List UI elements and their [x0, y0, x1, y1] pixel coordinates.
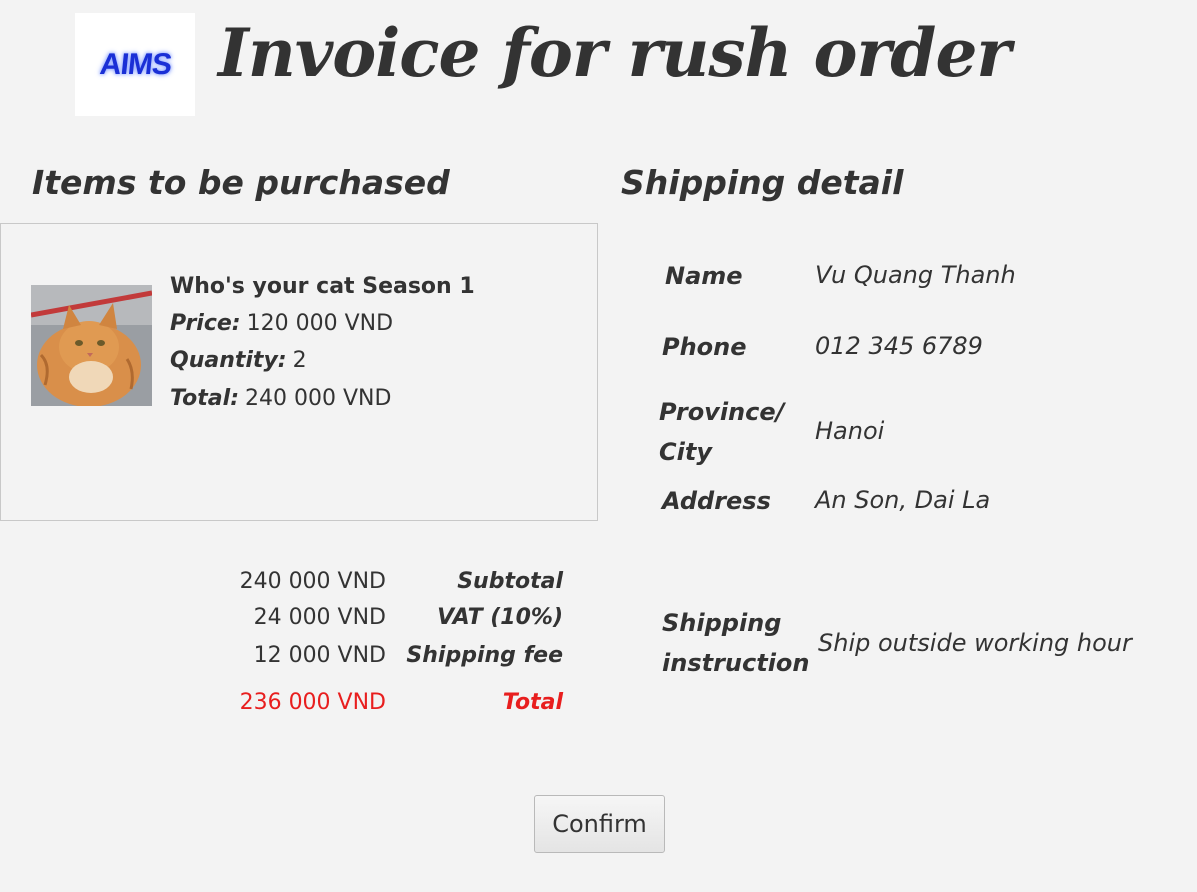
shipping-province-label: Province/ City — [659, 398, 785, 466]
page-title: Invoice for rush order — [218, 14, 1011, 92]
shipping-address-value: An Son, Dai La — [815, 486, 991, 514]
confirm-button[interactable]: Confirm — [534, 795, 665, 853]
price-label: Price: — [170, 311, 241, 336]
product-price-row: Price: 120 000 VND — [170, 311, 393, 336]
subtotal-value: 240 000 VND — [239, 569, 386, 594]
shipping-address-label: Address — [662, 487, 771, 515]
shipping-name-value: Vu Quang Thanh — [815, 261, 1016, 289]
logo-text: AIMS — [97, 47, 173, 81]
quantity-value: 2 — [292, 348, 307, 373]
item-total-label: Total: — [170, 386, 239, 411]
price-value: 120 000 VND — [246, 311, 394, 336]
shipping-fee-value: 12 000 VND — [253, 643, 386, 668]
shipping-fee-label: Shipping fee — [406, 643, 563, 668]
item-total-value: 240 000 VND — [245, 386, 392, 411]
product-image-cat — [31, 285, 152, 406]
shipping-phone-label: Phone — [662, 333, 747, 361]
items-section-title: Items to be purchased — [32, 163, 450, 202]
shipping-instruction-value: Ship outside working hour — [818, 629, 1132, 657]
shipping-name-label: Name — [665, 262, 743, 290]
aims-logo: AIMS — [75, 13, 195, 116]
grand-total-value: 236 000 VND — [239, 690, 386, 715]
subtotal-label: Subtotal — [457, 569, 563, 594]
vat-value: 24 000 VND — [253, 605, 386, 630]
shipping-instruction-label: Shipping instruction — [662, 609, 810, 677]
shipping-section-title: Shipping detail — [621, 163, 904, 202]
shipping-province-value: Hanoi — [815, 417, 885, 445]
shipping-phone-value: 012 345 6789 — [815, 332, 983, 360]
cat-photo-icon — [31, 285, 152, 406]
quantity-label: Quantity: — [170, 348, 287, 373]
product-total-row: Total: 240 000 VND — [170, 386, 391, 411]
product-name: Who's your cat Season 1 — [170, 274, 475, 299]
grand-total-label: Total — [502, 690, 563, 715]
vat-label: VAT (10%) — [437, 605, 563, 630]
product-quantity-row: Quantity: 2 — [170, 348, 307, 373]
